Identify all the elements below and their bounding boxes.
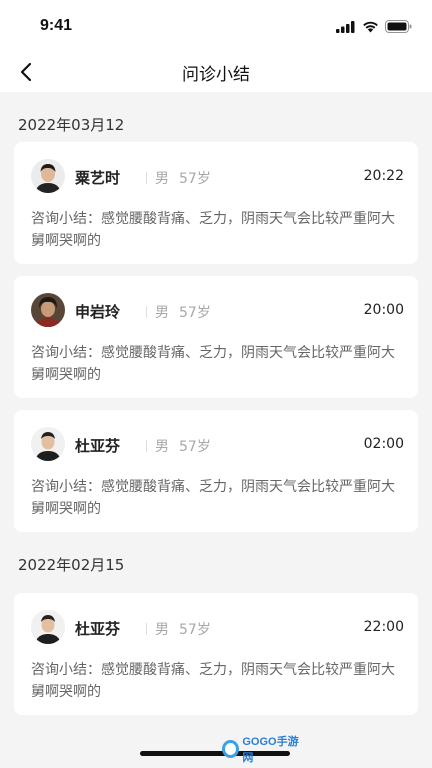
patient-meta: 男 57岁 <box>146 436 211 456</box>
divider <box>146 306 147 318</box>
record-card[interactable]: 申岩玲 男 57岁 20:00 咨询小结：感觉腰酸背痛、乏力，阴雨天气会比较严重… <box>14 276 418 398</box>
record-time: 02:00 <box>363 436 404 452</box>
page-title: 问诊小结 <box>182 65 250 85</box>
signal-icon <box>336 18 356 37</box>
patient-name: 粟艺时 <box>75 169 121 187</box>
record-time: 22:00 <box>363 619 404 635</box>
patient-age: 57岁 <box>179 439 211 455</box>
divider <box>146 440 147 452</box>
patient-age: 57岁 <box>179 622 211 638</box>
date-header: 2022年03月12 <box>18 116 125 134</box>
patient-age: 57岁 <box>179 171 211 187</box>
patient-age: 57岁 <box>179 305 211 321</box>
record-card[interactable]: 杜亚芬 男 57岁 22:00 咨询小结：感觉腰酸背痛、乏力，阴雨天气会比较严重… <box>14 593 418 715</box>
patient-gender: 男 <box>155 171 169 187</box>
date-header: 2022年02月15 <box>18 556 125 574</box>
record-time: 20:00 <box>363 302 404 318</box>
status-icons <box>336 18 412 37</box>
consult-summary: 咨询小结：感觉腰酸背痛、乏力，阴雨天气会比较严重阿大舅啊哭啊的 <box>31 345 395 383</box>
patient-gender: 男 <box>155 622 169 638</box>
record-card[interactable]: 杜亚芬 男 57岁 02:00 咨询小结：感觉腰酸背痛、乏力，阴雨天气会比较严重… <box>14 410 418 532</box>
record-list: 2022年03月12 粟艺时 男 57岁 20:22 咨询小结：感觉腰酸背痛、乏… <box>0 92 432 727</box>
consult-summary: 咨询小结：感觉腰酸背痛、乏力，阴雨天气会比较严重阿大舅啊哭啊的 <box>31 479 395 517</box>
nav-bar: 问诊小结 <box>0 54 432 92</box>
status-time: 9:41 <box>40 17 73 34</box>
avatar <box>31 427 65 461</box>
patient-gender: 男 <box>155 439 169 455</box>
patient-name: 申岩玲 <box>75 303 121 321</box>
divider <box>146 172 147 184</box>
patient-meta: 男 57岁 <box>146 168 211 188</box>
battery-icon <box>385 18 412 37</box>
status-bar: 9:41 <box>0 0 432 54</box>
avatar <box>31 610 65 644</box>
watermark-text: GOGO手游网 <box>242 736 299 764</box>
consult-summary: 咨询小结：感觉腰酸背痛、乏力，阴雨天气会比较严重阿大舅啊哭啊的 <box>31 211 395 249</box>
avatar <box>31 159 65 193</box>
logo-icon <box>222 740 240 758</box>
consult-summary: 咨询小结：感觉腰酸背痛、乏力，阴雨天气会比较严重阿大舅啊哭啊的 <box>31 662 395 700</box>
patient-name: 杜亚芬 <box>75 437 121 455</box>
record-time: 20:22 <box>363 168 404 184</box>
patient-gender: 男 <box>155 305 169 321</box>
wifi-icon <box>362 18 379 37</box>
patient-name: 杜亚芬 <box>75 620 121 638</box>
record-card[interactable]: 粟艺时 男 57岁 20:22 咨询小结：感觉腰酸背痛、乏力，阴雨天气会比较严重… <box>14 142 418 264</box>
watermark-logo: GOGO手游网 <box>222 736 306 764</box>
patient-meta: 男 57岁 <box>146 619 211 639</box>
patient-meta: 男 57岁 <box>146 302 211 322</box>
avatar <box>31 293 65 327</box>
divider <box>146 623 147 635</box>
